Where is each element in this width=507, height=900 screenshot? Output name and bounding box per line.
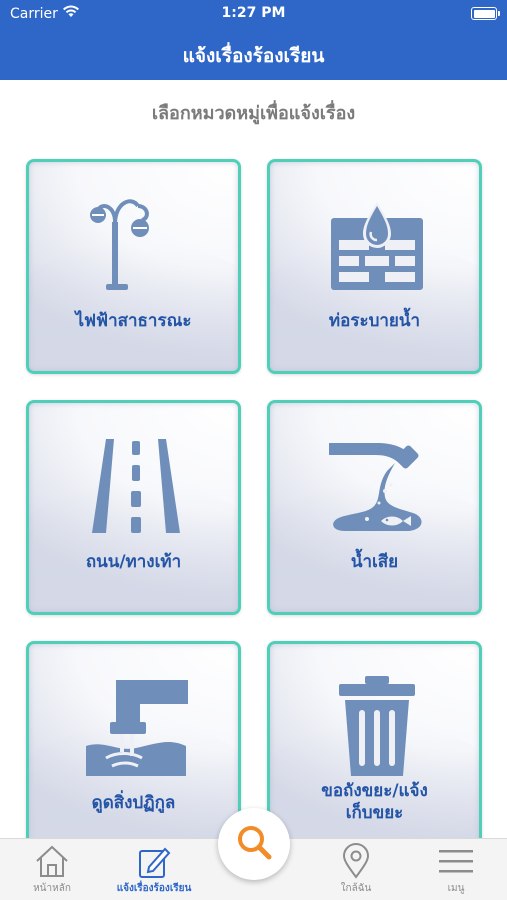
category-sewage-suction[interactable]: ดูดสิ่งปฏิกูล	[26, 641, 241, 856]
tab-home-label: หน้าหลัก	[33, 883, 71, 894]
trash-bin-icon	[339, 676, 415, 776]
tab-home[interactable]: หน้าหลัก	[2, 839, 102, 900]
page-title: แจ้งเรื่องร้องเรียน	[182, 45, 325, 67]
category-label: ท่อระบายน้ำ	[328, 311, 421, 331]
street-light-icon	[90, 199, 149, 290]
category-label: ถนน/ทางเท้า	[85, 552, 182, 572]
edit-note-icon	[139, 847, 171, 878]
drainage-icon	[331, 202, 423, 290]
search-icon	[238, 826, 272, 860]
search-button[interactable]	[218, 808, 290, 880]
tab-menu[interactable]: เมนู	[406, 839, 506, 900]
menu-icon	[439, 850, 473, 873]
location-pin-icon	[342, 843, 370, 879]
category-drainage[interactable]: ท่อระบายน้ำ	[267, 159, 482, 374]
status-bar: Carrier 1:27 PM	[0, 0, 507, 28]
category-instruction: เลือกหมวดหมู่เพื่อแจ้งเรื่อง	[151, 103, 356, 124]
navigation-bar: แจ้งเรื่องร้องเรียน	[0, 28, 507, 80]
tab-report[interactable]: แจ้งเรื่องร้องเรียน	[104, 839, 204, 900]
category-label-line2: เก็บขยะ	[345, 803, 404, 823]
clock: 1:27 PM	[221, 5, 286, 21]
category-road[interactable]: ถนน/ทางเท้า	[26, 400, 241, 615]
tab-report-label: แจ้งเรื่องร้องเรียน	[116, 883, 192, 894]
sewage-pipe-icon	[86, 680, 188, 776]
tab-menu-label: เมนู	[447, 883, 465, 894]
category-label: ไฟฟ้าสาธารณะ	[75, 311, 192, 331]
tab-nearby-label: ใกล้ฉัน	[340, 883, 372, 894]
category-trash[interactable]: ขอถังขยะ/แจ้ง เก็บขยะ	[267, 641, 482, 856]
category-label-line1: ขอถังขยะ/แจ้ง	[321, 781, 428, 801]
road-icon	[92, 439, 180, 533]
tab-nearby[interactable]: ใกล้ฉัน	[306, 839, 406, 900]
category-street-light[interactable]: ไฟฟ้าสาธารณะ	[26, 159, 241, 374]
battery-icon	[471, 7, 500, 20]
wastewater-icon	[329, 443, 422, 531]
category-label: ดูดสิ่งปฏิกูล	[91, 793, 176, 813]
category-label: ขอถังขยะ/แจ้ง เก็บขยะ	[270, 780, 479, 824]
category-label: น้ำเสีย	[350, 552, 399, 572]
category-wastewater[interactable]: น้ำเสีย	[267, 400, 482, 615]
home-icon	[36, 845, 68, 877]
